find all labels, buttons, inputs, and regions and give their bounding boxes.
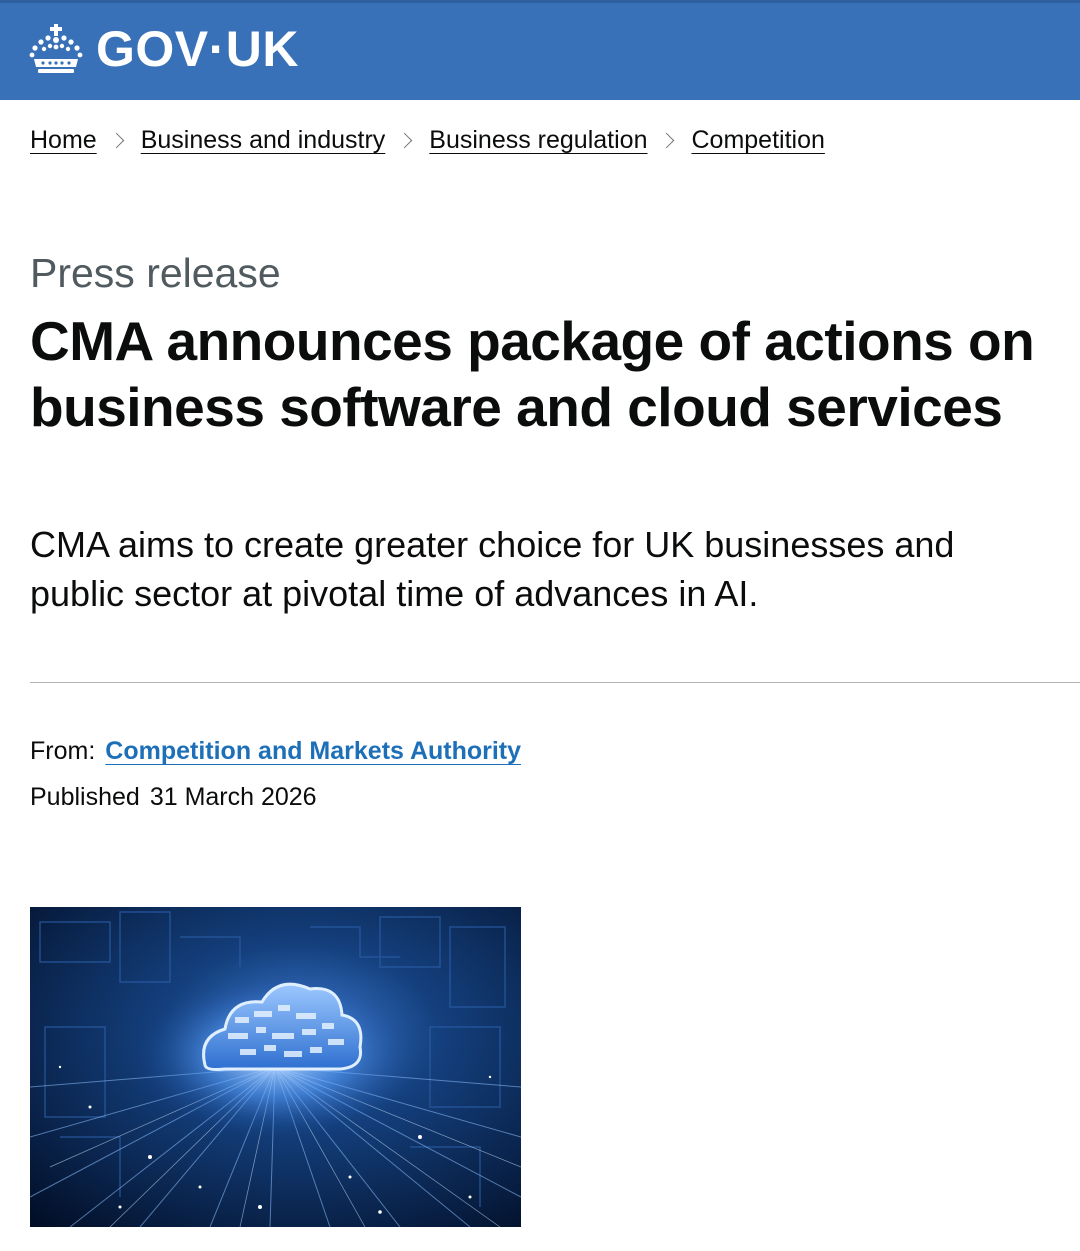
metadata-published: Published 31 March 2026: [30, 783, 317, 812]
document-type-caption: Press release: [30, 250, 281, 296]
breadcrumb-business-and-industry[interactable]: Business and industry: [141, 126, 386, 155]
govuk-logo-link[interactable]: GOV·UK: [28, 23, 299, 75]
lede-summary: CMA aims to create greater choice for UK…: [30, 524, 955, 614]
chevron-right-icon: [397, 132, 413, 149]
crown-icon: [29, 24, 83, 73]
chevron-right-icon: [108, 132, 124, 149]
page-title: CMA announces package of actions on busi…: [30, 310, 1035, 438]
site-header: GOV·UK: [0, 0, 1080, 100]
section-divider: [30, 682, 1080, 683]
cloud-illustration: [30, 907, 521, 1227]
from-label: From:: [30, 737, 96, 765]
metadata-from: From: Competition and Markets Authority: [30, 737, 521, 766]
published-label: Published: [30, 783, 140, 811]
breadcrumb: Home Business and industry Business regu…: [30, 126, 825, 155]
cloud-computing-image: [30, 907, 521, 1227]
breadcrumb-home[interactable]: Home: [30, 126, 97, 155]
organisation-link[interactable]: Competition and Markets Authority: [105, 737, 521, 766]
published-date: 31 March 2026: [149, 783, 317, 811]
breadcrumb-competition[interactable]: Competition: [691, 126, 824, 155]
chevron-right-icon: [659, 132, 675, 149]
breadcrumb-business-regulation[interactable]: Business regulation: [429, 126, 647, 155]
logo-text: GOV·UK: [96, 21, 299, 77]
